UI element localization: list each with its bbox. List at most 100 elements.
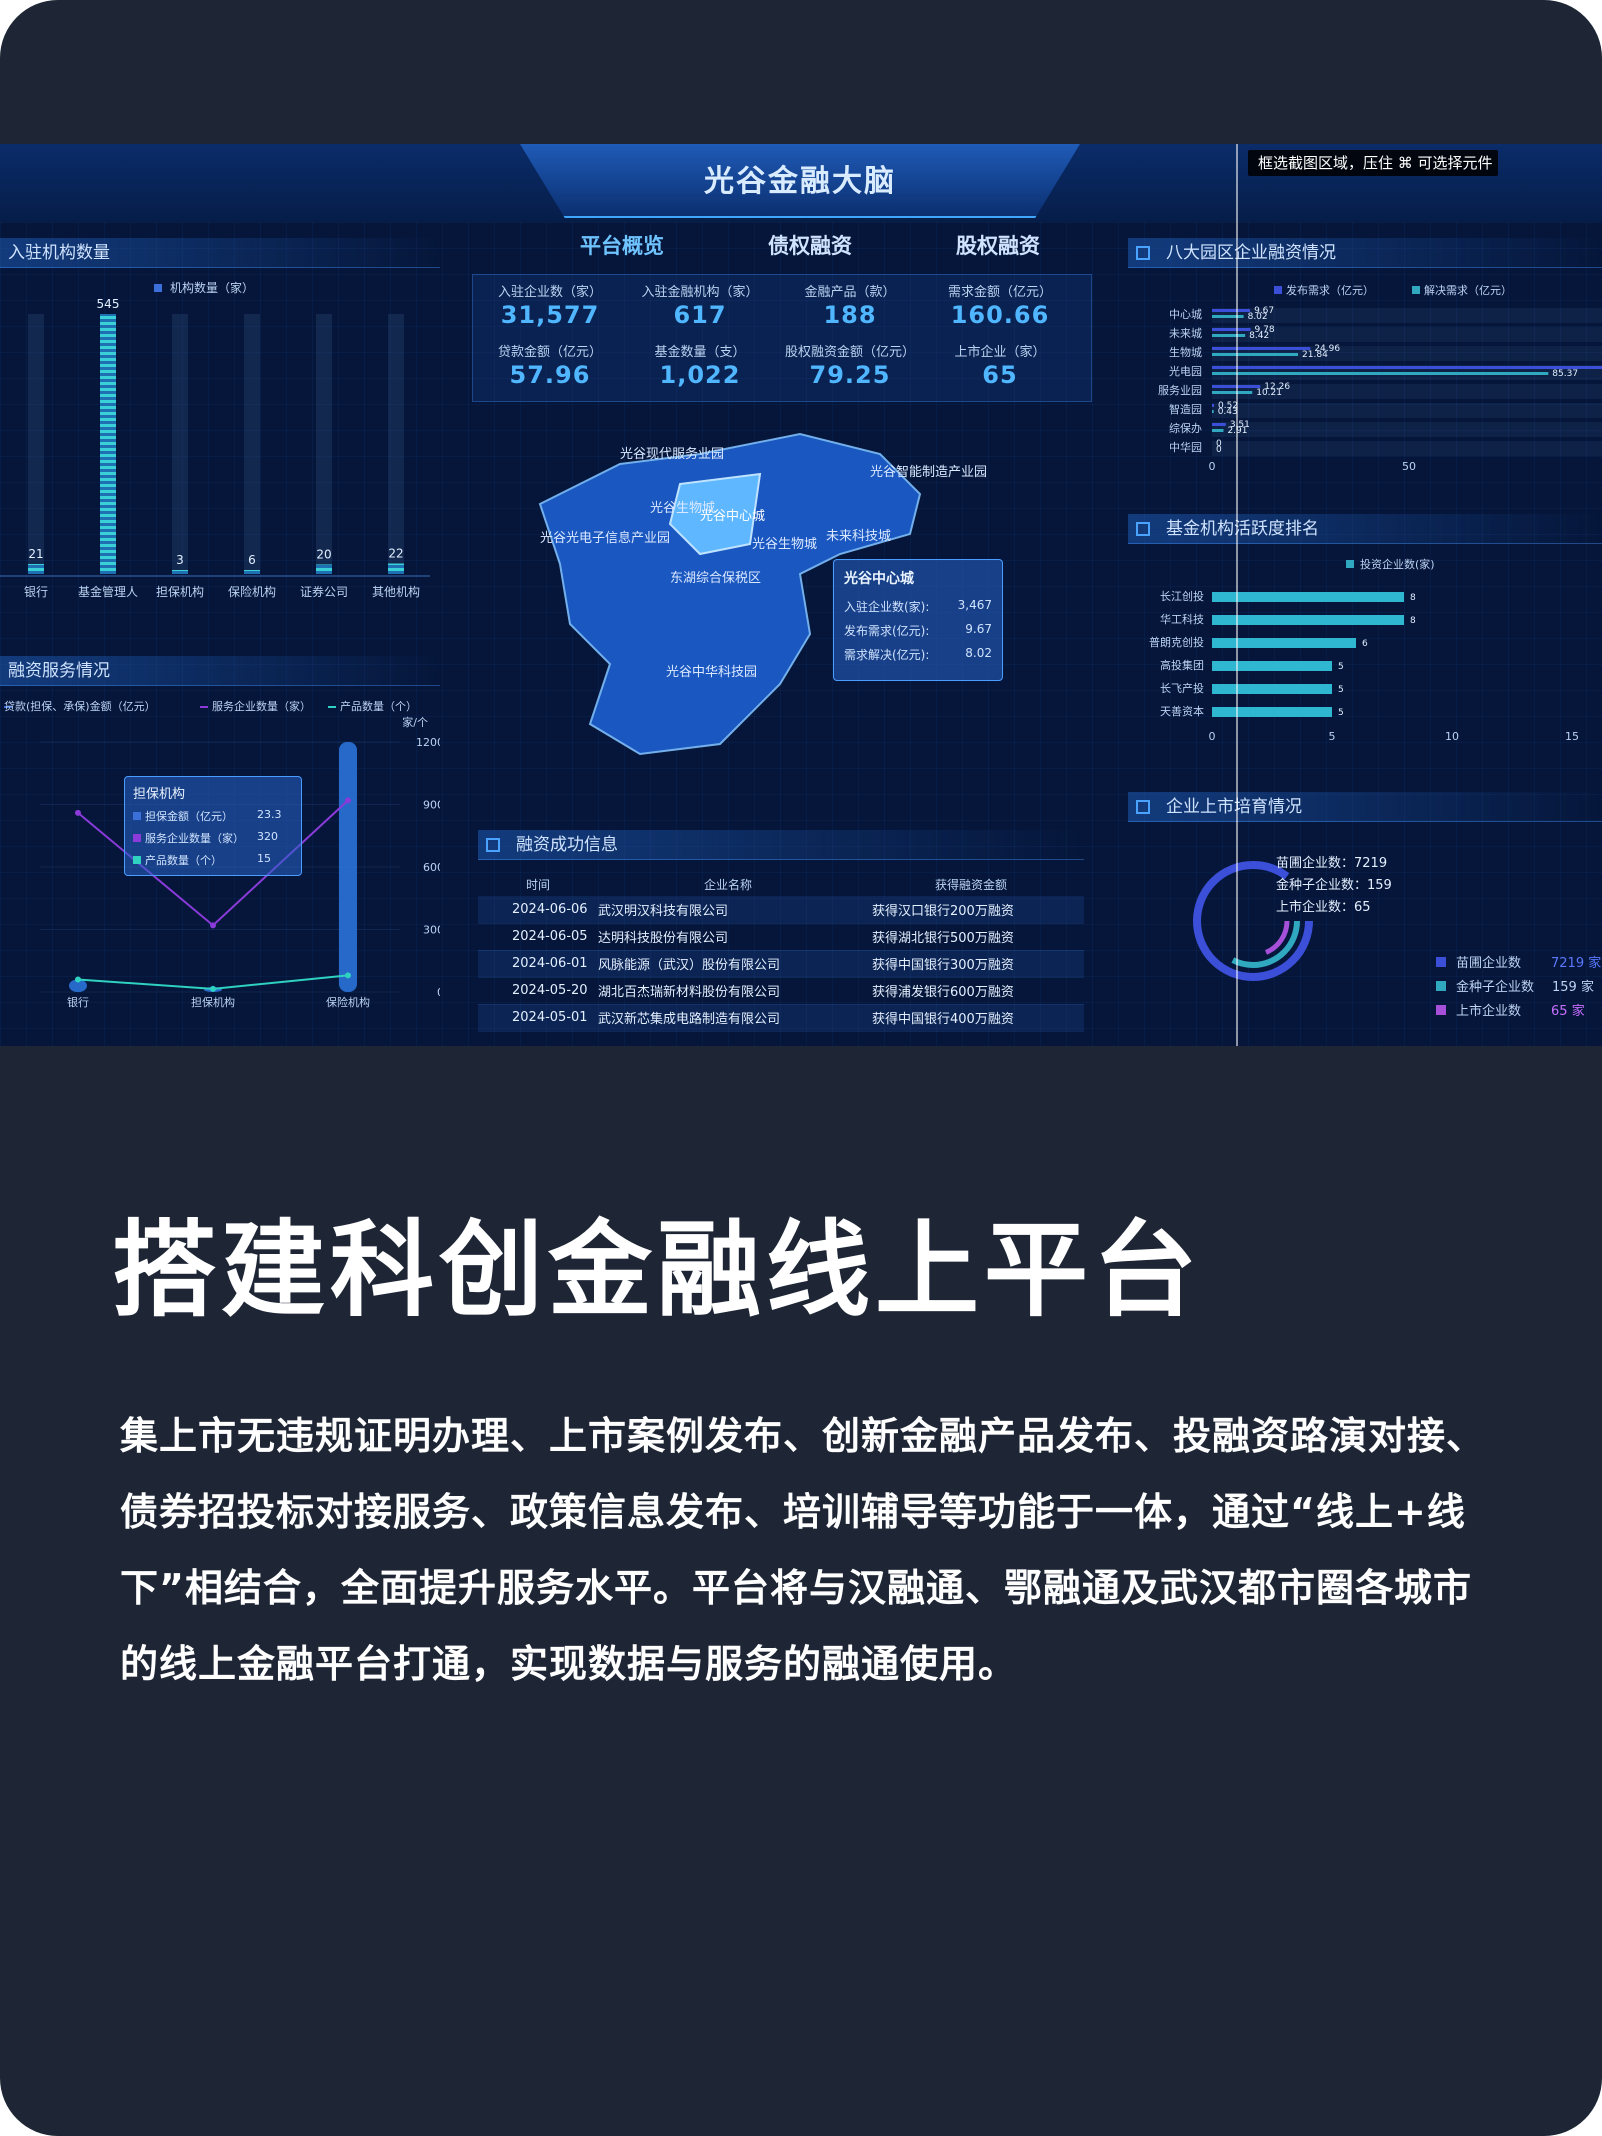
x-tick-label: 50 [1402, 460, 1416, 473]
x-tick-label: 担保机构 [156, 584, 204, 599]
bar-value-label: 20 [316, 547, 331, 561]
table-row[interactable]: 2024-05-01 武汉新芯集成电路制造有限公司 获得中国银行400万融资 [478, 1004, 1084, 1032]
news-amount: 获得中国银行400万融资 [858, 1004, 1084, 1032]
fund-activity-chart: 投资企业数(家) 长江创投 8 华工科技 8 普朗克创投 6 高投集团 5 长飞产投 5 天善资本 5 0… [1149, 557, 1579, 743]
bar [388, 563, 404, 574]
series-point [75, 976, 81, 983]
bar-track [172, 314, 188, 574]
y-tick-label: 生物城 [1169, 345, 1202, 359]
bar-value-label: 8 [1410, 616, 1416, 626]
bar [339, 742, 357, 992]
map-label: 光谷中华科技园 [666, 665, 757, 680]
bar [1212, 391, 1253, 394]
bar-value-label: 545 [97, 297, 120, 311]
stats-box: 入驻企业数（家） 31,577 入驻金融机构（家） 617 金融产品（款） 18… [472, 274, 1092, 402]
map-tooltip-row: 需求解决(亿元): 8.02 [844, 646, 992, 670]
table-row[interactable]: 2024-06-06 武汉明汉科技有限公司 获得汉口银行200万融资 [478, 896, 1084, 924]
bar-value-label: 21 [28, 547, 43, 561]
news-date: 2024-06-06 [478, 896, 598, 924]
dashboard-tabs: 平台概览 债权融资 股权融资 [580, 230, 1040, 260]
tooltip-label: 产品数量（个） [145, 854, 222, 867]
y-tick-label: 中心城 [1169, 308, 1202, 321]
panel-square-icon [1136, 800, 1150, 814]
row-track [1212, 403, 1602, 418]
column-header: 企业名称 [703, 877, 752, 892]
legend-swatch [1412, 286, 1420, 294]
bar-value-label: 6 [248, 553, 256, 567]
y-tick-label: 900 [423, 799, 440, 812]
institutions-chart: 机构数量（家） 21 银行 545 基金管理人 3 担保机构 6 保险机构 20 证券公司 22 其他机… [0, 280, 430, 599]
panel-title-parks: 八大园区企业融资情况 [1128, 238, 1602, 268]
services-tooltip-row: 产品数量（个） 15 [133, 852, 293, 874]
news-company: 风脉能源（武汉）股份有限公司 [598, 950, 858, 978]
bar [1212, 404, 1215, 407]
y-tick-label: 600 [423, 861, 440, 874]
stat-value: 79.25 [809, 361, 891, 389]
bar-track [28, 314, 44, 574]
x-tick-label: 15 [1565, 730, 1579, 743]
table-row[interactable]: 2024-06-01 风脉能源（武汉）股份有限公司 获得中国银行300万融资 [478, 950, 1084, 978]
row-track [1212, 422, 1602, 437]
stat-label: 入驻金融机构（家） [641, 285, 759, 300]
legend-label: 解决需求（亿元） [1424, 283, 1512, 297]
y-tick-label: 智造园 [1169, 402, 1202, 416]
bar-value-label: 22 [388, 547, 403, 561]
table-row[interactable]: 2024-05-20 湖北百杰瑞新材料股份有限公司 获得浦发银行600万融资 [478, 977, 1084, 1005]
bar [1212, 423, 1226, 426]
bar-value-label: 3 [176, 553, 184, 567]
x-tick-label: 0 [1209, 460, 1216, 473]
column-header: 获得融资金额 [934, 877, 1007, 892]
bar [28, 563, 44, 574]
listing-legend-item: 上市企业数 65 家 [1436, 1000, 1585, 1019]
tab-debt-financing[interactable]: 债权融资 [768, 230, 852, 260]
panel-title-text: 八大园区企业融资情况 [1166, 243, 1336, 263]
tooltip-value: 8.02 [965, 646, 992, 660]
x-tick-label: 10 [1445, 730, 1459, 743]
legend-label: 机构数量（家） [170, 280, 254, 295]
row-track [1212, 441, 1602, 456]
legend-swatch [328, 706, 336, 708]
services-tooltip-title: 担保机构 [133, 787, 186, 802]
news-date: 2024-05-20 [478, 977, 598, 1005]
stat-value: 617 [673, 301, 727, 329]
map-tooltip-row: 入驻企业数(家): 3,467 [844, 598, 992, 622]
legend-swatch [1436, 981, 1446, 991]
stat-label: 基金数量（支） [654, 345, 746, 360]
panel-square-icon [486, 838, 500, 852]
bar-value-label: 21.84 [1302, 350, 1328, 360]
map-label: 东湖综合保税区 [670, 571, 761, 586]
legend-label: 贷款(担保、承保)金额（亿元） [4, 699, 156, 713]
series-point [345, 972, 351, 979]
table-row[interactable]: 2024-06-05 达明科技股份有限公司 获得湖北银行500万融资 [478, 923, 1084, 951]
panel-title-institutions: 入驻机构数量 [0, 238, 440, 268]
panel-title-text: 融资成功信息 [516, 835, 618, 855]
y-tick-label: 华工科技 [1160, 612, 1204, 626]
y-axis-unit: 家/个 [402, 715, 428, 729]
tooltip-label: 服务企业数量（家） [145, 832, 244, 845]
x-tick-label: 证券公司 [300, 584, 348, 599]
bar [100, 314, 116, 574]
bar [1212, 707, 1332, 717]
listing-legend-item: 苗圃企业数 7219 家 [1436, 952, 1601, 971]
stat-label: 入驻企业数（家） [497, 285, 602, 300]
tooltip-label: 担保金额（亿元） [145, 810, 233, 823]
stat-value: 31,577 [500, 301, 600, 329]
bar [1212, 592, 1404, 602]
tab-equity-financing[interactable]: 股权融资 [956, 230, 1040, 260]
bar-track [244, 314, 260, 574]
tooltip-value: 23.3 [257, 808, 282, 821]
bar-value-label: 8 [1410, 593, 1416, 603]
bar [1212, 410, 1214, 413]
bar-value-label: 5 [1338, 708, 1344, 718]
news-date: 2024-06-05 [478, 923, 598, 951]
tab-platform-overview[interactable]: 平台概览 [580, 230, 664, 260]
legend-swatch [1436, 957, 1446, 967]
y-tick-label: 1200 [416, 736, 440, 749]
map-tooltip-title: 光谷中心城 [844, 571, 914, 587]
legend-swatch [133, 812, 141, 820]
map-tooltip: 光谷中心城 入驻企业数(家): 3,467 发布需求(亿元): 9.67 需求解决(… [833, 559, 1003, 681]
tooltip-value: 15 [257, 852, 271, 865]
tooltip-value: 320 [257, 830, 278, 843]
y-tick-label: 普朗克创投 [1149, 635, 1204, 649]
bar [1212, 334, 1246, 337]
